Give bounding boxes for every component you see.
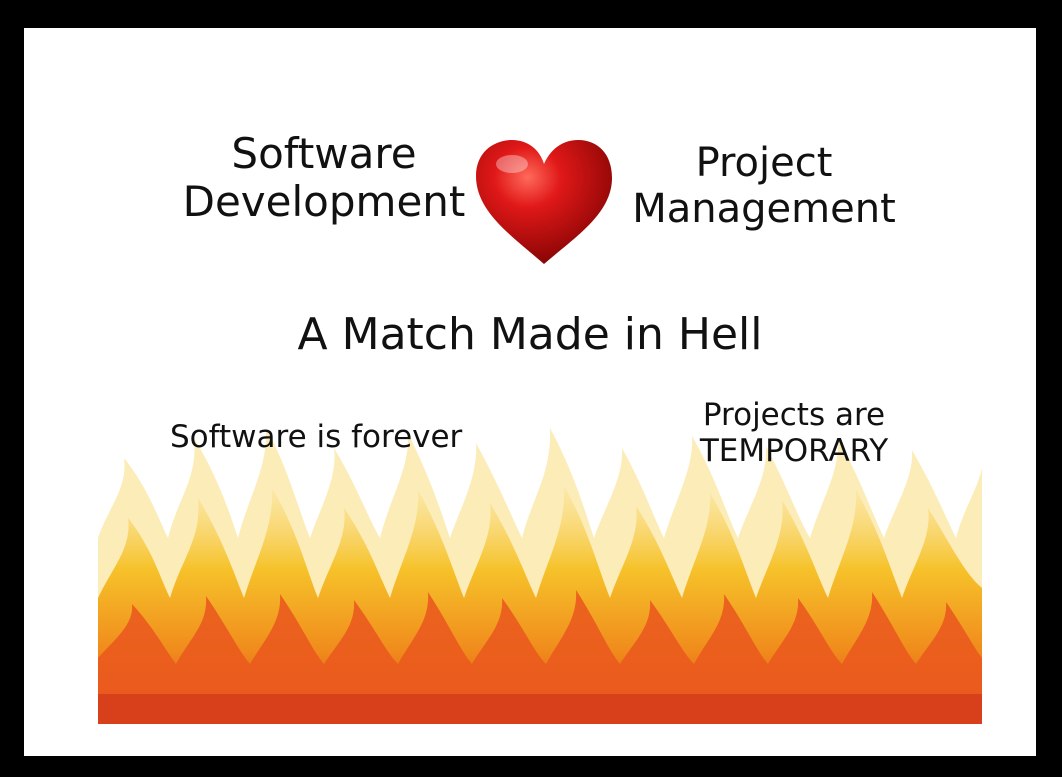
tagline: A Match Made in Hell	[297, 309, 763, 360]
left-title-line-1: Software	[231, 129, 417, 178]
right-title-line-2: Management	[632, 186, 896, 232]
black-frame: Software Development Project Management …	[0, 0, 1062, 777]
left-title-line-2: Development	[182, 177, 466, 227]
project-management-title: Project Management	[626, 140, 902, 232]
projects-temporary-note: Projects are TEMPORARY	[684, 397, 904, 469]
heart-icon	[476, 140, 612, 264]
flames-illustration	[98, 428, 982, 724]
software-development-title: Software Development	[174, 129, 474, 227]
right-title-line-1: Project	[695, 140, 833, 186]
right-note-line-1: Projects are	[702, 397, 886, 433]
right-note-line-2: TEMPORARY	[699, 432, 889, 469]
software-forever-note: Software is forever	[170, 419, 463, 455]
slide-canvas: Software Development Project Management …	[24, 28, 1036, 756]
